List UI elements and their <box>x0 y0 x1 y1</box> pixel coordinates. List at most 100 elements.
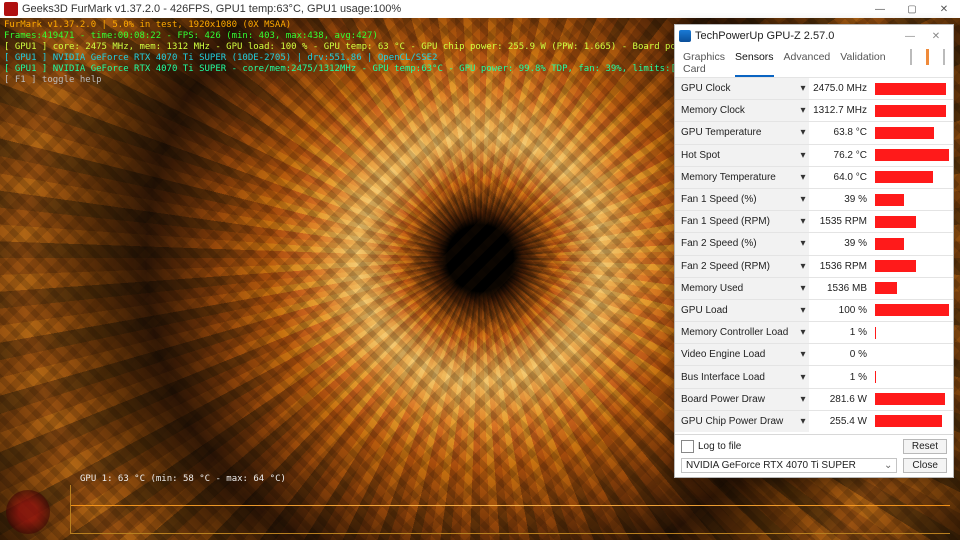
sensor-menu-icon[interactable]: ▾ <box>797 233 809 254</box>
close-button-footer[interactable]: Close <box>903 458 947 473</box>
sensor-row: Hot Spot▾76.2 °C <box>675 144 953 166</box>
tab-validation[interactable]: Validation <box>840 49 885 77</box>
sensor-bar <box>875 371 949 383</box>
sensor-bar <box>875 260 949 272</box>
window-title: Geeks3D FurMark v1.37.2.0 - 426FPS, GPU1… <box>22 3 864 15</box>
sensor-label: Video Engine Load <box>675 344 797 365</box>
gpuz-icon <box>679 30 691 42</box>
sensor-value: 1 % <box>809 322 871 343</box>
sensor-value: 63.8 °C <box>809 122 871 143</box>
sensor-bar <box>875 83 949 95</box>
sensor-bar <box>875 171 949 183</box>
sensor-row: Fan 1 Speed (RPM)▾1535 RPM <box>675 210 953 232</box>
sensor-label: Fan 1 Speed (%) <box>675 189 797 210</box>
furmark-icon <box>4 2 18 16</box>
sensor-menu-icon[interactable]: ▾ <box>797 278 809 299</box>
log-to-file-label: Log to file <box>698 441 741 452</box>
sensor-row: Fan 1 Speed (%)▾39 % <box>675 188 953 210</box>
sensor-label: Bus Interface Load <box>675 366 797 387</box>
sensor-menu-icon[interactable]: ▾ <box>797 389 809 410</box>
sensor-label: Memory Temperature <box>675 167 797 188</box>
sensor-value: 100 % <box>809 300 871 321</box>
sensor-value: 1536 RPM <box>809 256 871 277</box>
sensor-label: GPU Clock <box>675 78 797 99</box>
sensor-row: Fan 2 Speed (RPM)▾1536 RPM <box>675 255 953 277</box>
device-select-value: NVIDIA GeForce RTX 4070 Ti SUPER <box>686 460 856 471</box>
maximize-button[interactable]: ▢ <box>896 0 928 18</box>
gpuz-window[interactable]: TechPowerUp GPU-Z 2.57.0 — ✕ Graphics Ca… <box>674 24 954 478</box>
sensor-bar <box>875 238 949 250</box>
sensor-value: 1312.7 MHz <box>809 100 871 121</box>
sensor-value: 39 % <box>809 189 871 210</box>
sensor-menu-icon[interactable]: ▾ <box>797 100 809 121</box>
reset-button[interactable]: Reset <box>903 439 947 454</box>
sensor-menu-icon[interactable]: ▾ <box>797 189 809 210</box>
sensor-bar <box>875 194 949 206</box>
sensor-bar <box>875 327 949 339</box>
gpuz-close-button[interactable]: ✕ <box>923 31 949 42</box>
gpuz-titlebar[interactable]: TechPowerUp GPU-Z 2.57.0 — ✕ <box>675 25 953 47</box>
sensor-row: Bus Interface Load▾1 % <box>675 365 953 387</box>
sensor-bar <box>875 105 949 117</box>
sensor-bar <box>875 149 949 161</box>
sensor-menu-icon[interactable]: ▾ <box>797 78 809 99</box>
sensor-value: 2475.0 MHz <box>809 78 871 99</box>
gpuz-tabs: Graphics Card Sensors Advanced Validatio… <box>675 47 953 77</box>
device-select[interactable]: NVIDIA GeForce RTX 4070 Ti SUPER <box>681 458 897 473</box>
sensor-menu-icon[interactable]: ▾ <box>797 366 809 387</box>
sensor-value: 1536 MB <box>809 278 871 299</box>
sensor-menu-icon[interactable]: ▾ <box>797 411 809 432</box>
tab-graphics-card[interactable]: Graphics Card <box>683 49 725 77</box>
tab-advanced[interactable]: Advanced <box>784 49 831 77</box>
sensor-label: GPU Temperature <box>675 122 797 143</box>
sensor-value: 1535 RPM <box>809 211 871 232</box>
sensor-bar <box>875 282 949 294</box>
sensor-value: 255.4 W <box>809 411 871 432</box>
sensor-menu-icon[interactable]: ▾ <box>797 344 809 365</box>
graph-label: GPU 1: 63 °C (min: 58 °C - max: 64 °C) <box>80 474 286 484</box>
close-button[interactable]: ✕ <box>928 0 960 18</box>
main-titlebar: Geeks3D FurMark v1.37.2.0 - 426FPS, GPU1… <box>0 0 960 18</box>
sensor-label: Memory Clock <box>675 100 797 121</box>
screenshot-icon[interactable] <box>910 49 912 65</box>
sensor-value: 281.6 W <box>809 389 871 410</box>
gpuz-minimize-button[interactable]: — <box>897 31 923 42</box>
sensor-row: Fan 2 Speed (%)▾39 % <box>675 232 953 254</box>
gpuz-title-text: TechPowerUp GPU-Z 2.57.0 <box>695 30 897 42</box>
sensor-label: Fan 2 Speed (%) <box>675 233 797 254</box>
sensor-value: 0 % <box>809 344 871 365</box>
sensor-menu-icon[interactable]: ▾ <box>797 300 809 321</box>
sensor-bar <box>875 415 949 427</box>
sensor-label: Fan 2 Speed (RPM) <box>675 256 797 277</box>
sensor-value: 64.0 °C <box>809 167 871 188</box>
sensor-bar <box>875 349 949 361</box>
sensor-value: 1 % <box>809 366 871 387</box>
sensor-menu-icon[interactable]: ▾ <box>797 256 809 277</box>
sensor-row: Video Engine Load▾0 % <box>675 343 953 365</box>
menu-icon[interactable] <box>943 49 945 65</box>
sensor-row: Memory Temperature▾64.0 °C <box>675 166 953 188</box>
sensor-row: GPU Load▾100 % <box>675 299 953 321</box>
sensor-menu-icon[interactable]: ▾ <box>797 145 809 166</box>
sensor-row: GPU Chip Power Draw▾255.4 W <box>675 410 953 432</box>
sensor-label: Hot Spot <box>675 145 797 166</box>
sensor-label: GPU Chip Power Draw <box>675 411 797 432</box>
sensor-menu-icon[interactable]: ▾ <box>797 122 809 143</box>
sensor-bar <box>875 393 949 405</box>
minimize-button[interactable]: — <box>864 0 896 18</box>
sensor-menu-icon[interactable]: ▾ <box>797 322 809 343</box>
sensor-label: Fan 1 Speed (RPM) <box>675 211 797 232</box>
sensor-row: Memory Clock▾1312.7 MHz <box>675 99 953 121</box>
sensor-row: Memory Controller Load▾1 % <box>675 321 953 343</box>
sensor-menu-icon[interactable]: ▾ <box>797 211 809 232</box>
log-to-file-checkbox[interactable] <box>681 440 694 453</box>
temperature-graph <box>70 485 950 534</box>
settings-icon[interactable] <box>926 49 928 65</box>
sensor-menu-icon[interactable]: ▾ <box>797 167 809 188</box>
sensor-label: Memory Used <box>675 278 797 299</box>
sensor-row: GPU Clock▾2475.0 MHz <box>675 77 953 99</box>
sensor-label: GPU Load <box>675 300 797 321</box>
sensor-value: 76.2 °C <box>809 145 871 166</box>
sensor-bar <box>875 216 949 228</box>
tab-sensors[interactable]: Sensors <box>735 49 774 77</box>
